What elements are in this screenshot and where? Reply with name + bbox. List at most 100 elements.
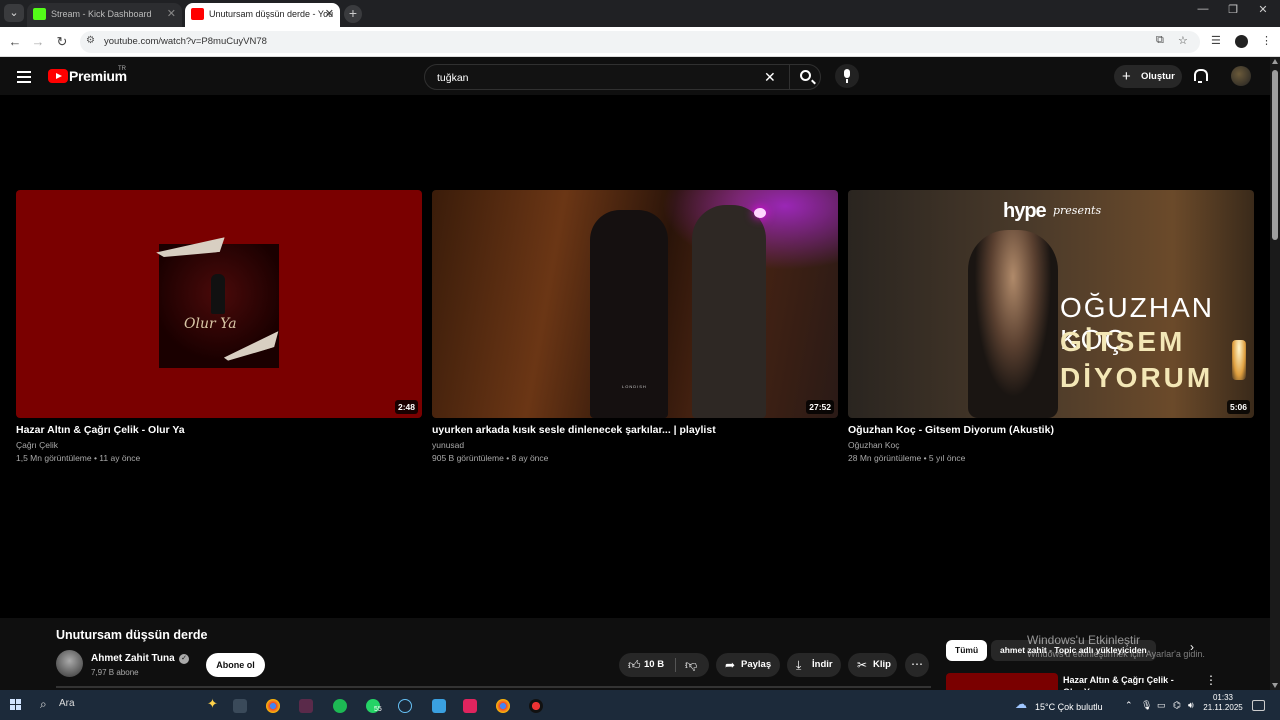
video-channel[interactable]: yunusad [432, 440, 838, 450]
close-tab-icon[interactable]: ✕ [325, 3, 334, 25]
singer-figure [968, 230, 1058, 418]
duration-badge: 5:06 [1226, 400, 1250, 414]
verified-icon: ✓ [179, 654, 189, 664]
share-icon: ➦ [725, 658, 736, 672]
youtube-icon [191, 8, 204, 20]
chrome-active-icon[interactable] [496, 699, 510, 713]
street-lamp [754, 208, 766, 218]
presents-text: presents [1053, 204, 1102, 217]
chrome-menu-icon[interactable]: ⋮ [1261, 34, 1272, 47]
like-icon[interactable]: 👍︎ [628, 653, 641, 677]
duration-badge: 27:52 [806, 400, 834, 414]
close-tab-icon[interactable]: ✕ [167, 3, 176, 25]
close-window-icon[interactable]: ✕ [1248, 3, 1278, 16]
search-highlight-icon: ✦ [207, 696, 218, 711]
install-app-icon[interactable]: ⧉ [1156, 34, 1164, 47]
forward-icon[interactable]: → [29, 33, 47, 51]
browser-tab-strip: ⌄ Stream - Kick Dashboard ✕ Unutursam dü… [0, 0, 1280, 27]
site-info-icon[interactable]: ⚙ [86, 35, 98, 47]
pocket-app-icon[interactable] [463, 699, 477, 713]
search-input[interactable] [435, 69, 755, 87]
subscribe-button[interactable]: Abone ol [206, 653, 265, 677]
like-count[interactable]: 10 B [644, 653, 664, 677]
chrome-icon[interactable] [266, 699, 280, 713]
tab-youtube[interactable]: Unutursam düşsün derde - You ✕ [185, 3, 340, 27]
display-tray-icon[interactable]: ▭ [1157, 700, 1166, 711]
url-text[interactable]: youtube.com/watch?v=P8muCuyVN78 [104, 31, 267, 53]
account-avatar[interactable] [1231, 66, 1251, 86]
youtube-logo-icon[interactable] [48, 69, 68, 83]
thumbnail-song-line: DİYORUM [1060, 362, 1214, 393]
back-icon[interactable]: ← [6, 33, 24, 51]
video-channel[interactable]: Oğuzhan Koç [848, 440, 1254, 450]
volume-icon[interactable]: 🔊︎ [1188, 700, 1194, 711]
clip-button[interactable]: ✂ Klip [848, 653, 897, 677]
activation-watermark-hint: Windows'u etkinleştirmek için Ayarlar'a … [1027, 649, 1205, 659]
create-button[interactable]: + Oluştur [1114, 65, 1182, 88]
recording-app-icon[interactable] [529, 699, 543, 713]
maximize-icon[interactable]: ❐ [1218, 3, 1248, 16]
search-icon: ⌕ [40, 697, 47, 711]
scroll-up-icon[interactable] [1272, 59, 1278, 64]
menu-icon[interactable] [17, 71, 31, 86]
scissors-icon: ✂ [857, 658, 868, 672]
network-icon[interactable]: ⌬ [1173, 700, 1181, 711]
video-channel[interactable]: Çağrı Çelik [16, 440, 422, 450]
clear-search-icon[interactable]: ✕ [764, 69, 776, 86]
search-box: ✕ [424, 64, 821, 90]
page-scrollbar[interactable] [1270, 57, 1280, 690]
new-tab-button[interactable]: + [344, 5, 362, 23]
video-title[interactable]: Oğuzhan Koç - Gitsem Diyorum (Akustik) [848, 424, 1254, 436]
address-bar[interactable]: ⚙ youtube.com/watch?v=P8muCuyVN78 [80, 31, 1200, 53]
minimize-icon[interactable]: — [1188, 3, 1218, 15]
profile-avatar[interactable] [1235, 35, 1248, 48]
weather-text[interactable]: 15°C Çok bulutlu [1035, 702, 1103, 712]
tab-search-button[interactable]: ⌄ [4, 4, 24, 22]
weather-icon: ☁ [1015, 697, 1027, 711]
video-thumbnail[interactable]: hype presents OĞUZHAN KOÇ GİTSEM DİYORUM… [848, 190, 1254, 418]
taskbar-clock[interactable]: 01:33 21.11.2025 [1203, 693, 1243, 713]
steam-icon[interactable] [398, 699, 412, 713]
whatsapp-badge: 55 [374, 706, 382, 713]
reading-list-icon[interactable]: ☰ [1211, 34, 1221, 47]
spotify-icon[interactable] [333, 699, 347, 713]
video-title[interactable]: Hazar Altın & Çağrı Çelik - Olur Ya [16, 424, 422, 436]
chip-all[interactable]: Tümü [946, 640, 988, 661]
dislike-icon[interactable]: 👎︎ [685, 653, 697, 677]
notification-center-icon[interactable] [1252, 700, 1265, 711]
scrollbar-thumb[interactable] [1272, 70, 1278, 240]
taskbar-search-label: Ara [59, 698, 75, 709]
taskbar-search[interactable]: ⌕ Ara ✦ [32, 693, 222, 717]
download-button[interactable]: ⤓ İndir [787, 653, 841, 677]
video-card[interactable]: Olur Ya 2:48 Hazar Altın & Çağrı Çelik -… [16, 190, 422, 463]
clock-time: 01:33 [1212, 693, 1234, 702]
search-icon [800, 70, 811, 81]
share-button[interactable]: ➦ Paylaş [716, 653, 780, 677]
channel-name[interactable]: Ahmet Zahit Tuna [91, 653, 175, 664]
channel-avatar[interactable] [56, 650, 83, 677]
hype-logo: hype [1003, 200, 1047, 222]
video-thumbnail[interactable]: Olur Ya 2:48 [16, 190, 422, 418]
voice-search-icon[interactable] [835, 64, 859, 88]
search-button[interactable] [789, 65, 821, 89]
video-title[interactable]: uyurken arkada kısık sesle dinlenecek şa… [432, 424, 838, 436]
thumbnail-song-line: GİTSEM [1060, 326, 1186, 357]
video-meta: 1,5 Mn görüntüleme • 11 ay önce [16, 453, 141, 463]
task-view-icon[interactable] [233, 699, 247, 713]
reload-icon[interactable]: ↻ [53, 33, 71, 51]
editor-app-icon[interactable] [299, 699, 313, 713]
video-card[interactable]: LONDISH 27:52 uyurken arkada kısık sesle… [432, 190, 838, 463]
more-actions-icon[interactable]: ⋯ [905, 653, 929, 677]
bookmark-star-icon[interactable]: ☆ [1178, 34, 1188, 47]
tray-chevron-icon[interactable]: ⌃ [1125, 700, 1133, 711]
scroll-down-icon[interactable] [1272, 683, 1278, 688]
video-thumbnail[interactable]: LONDISH 27:52 [432, 190, 838, 418]
kebab-menu-icon[interactable]: ⋮ [1205, 673, 1217, 687]
windows-start-icon[interactable] [10, 699, 22, 711]
video-card[interactable]: hype presents OĞUZHAN KOÇ GİTSEM DİYORUM… [848, 190, 1254, 463]
files-app-icon[interactable] [432, 699, 446, 713]
tab-kick-dashboard[interactable]: Stream - Kick Dashboard ✕ [27, 3, 182, 27]
notifications-bell-icon[interactable] [1193, 68, 1208, 83]
share-label: Paylaş [741, 659, 772, 670]
mic-tray-icon[interactable]: 🎙︎ [1141, 700, 1152, 711]
